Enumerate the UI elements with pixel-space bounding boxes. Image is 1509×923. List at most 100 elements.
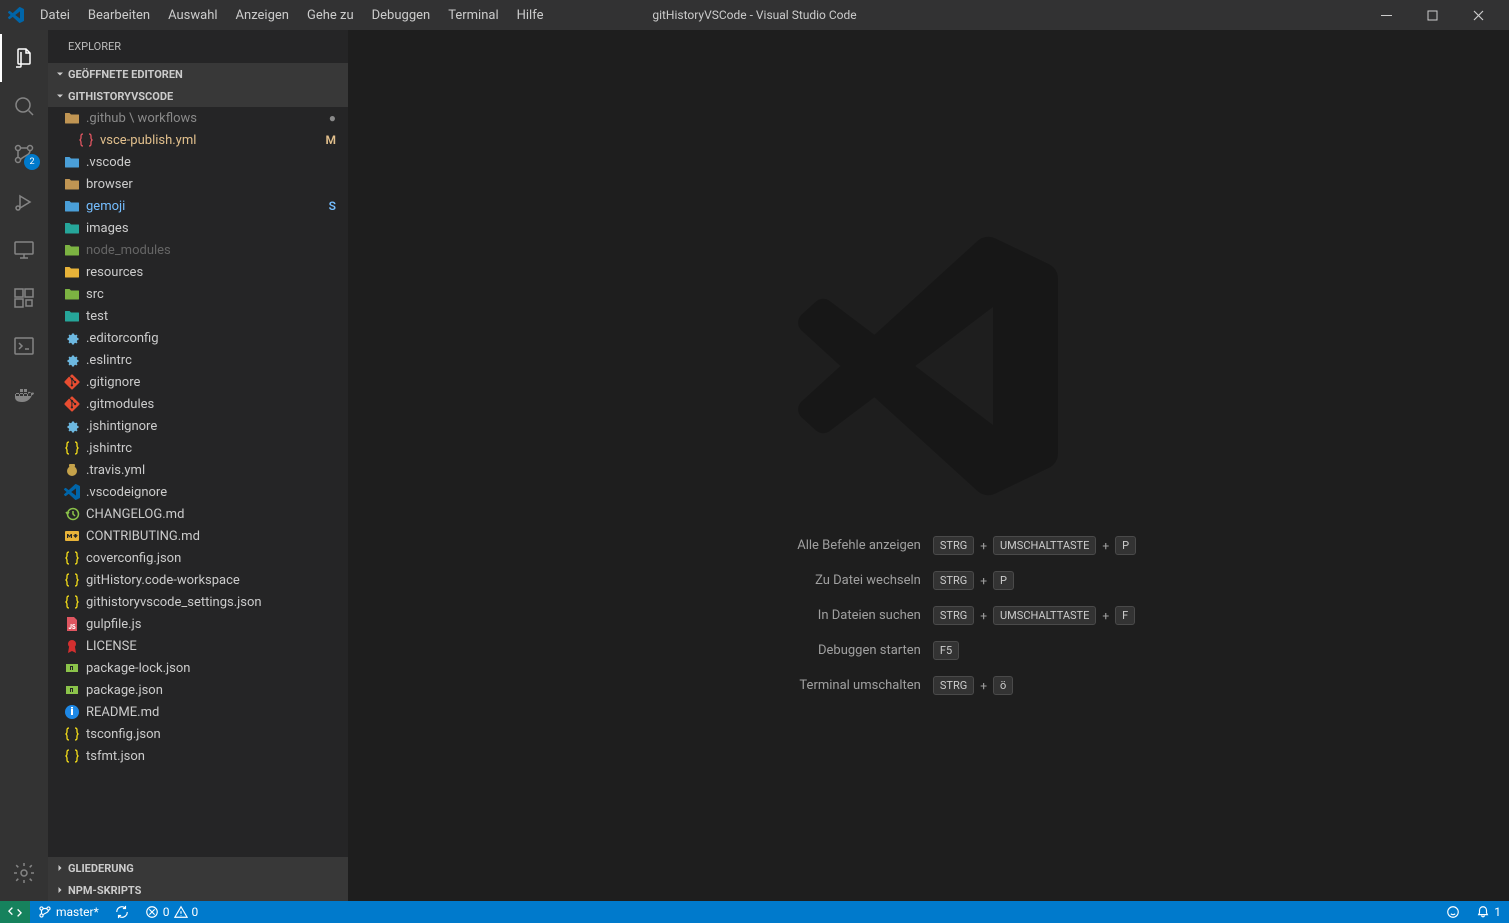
file-item[interactable]: .vscodeignore	[48, 481, 348, 503]
file-item[interactable]: LICENSE	[48, 635, 348, 657]
folder-yellow-icon	[64, 264, 80, 280]
activity-search[interactable]	[0, 82, 48, 130]
menu-gehe-zu[interactable]: Gehe zu	[299, 4, 362, 27]
file-item[interactable]: README.md	[48, 701, 348, 723]
file-item[interactable]: CONTRIBUTING.md	[48, 525, 348, 547]
close-button[interactable]	[1455, 0, 1501, 30]
file-item[interactable]: .travis.yml	[48, 459, 348, 481]
file-item[interactable]: gitHistory.code-workspace	[48, 569, 348, 591]
folder-icon	[64, 110, 80, 126]
menu-datei[interactable]: Datei	[32, 4, 78, 27]
section-outline[interactable]: GLIEDERUNG	[48, 857, 348, 879]
hint-row: In Dateien suchenSTRG+UMSCHALTTASTE+F	[721, 606, 1136, 625]
file-item[interactable]: browser	[48, 173, 348, 195]
file-item[interactable]: CHANGELOG.md	[48, 503, 348, 525]
file-name: LICENSE	[86, 639, 348, 654]
file-item[interactable]: .jshintignore	[48, 415, 348, 437]
file-item[interactable]: .vscode	[48, 151, 348, 173]
file-item[interactable]: tsconfig.json	[48, 723, 348, 745]
file-item[interactable]: package.json	[48, 679, 348, 701]
file-name: package-lock.json	[86, 661, 348, 676]
file-item[interactable]: vsce-publish.ymlM	[48, 129, 348, 151]
key-separator: +	[1102, 609, 1109, 623]
hint-row: Alle Befehle anzeigenSTRG+UMSCHALTTASTE+…	[721, 536, 1136, 555]
menu-debuggen[interactable]: Debuggen	[364, 4, 439, 27]
hint-keys: STRG+ö	[933, 676, 1013, 695]
file-tree[interactable]: .github \ workflows●vsce-publish.ymlM .vs…	[48, 107, 348, 857]
file-item[interactable]: .jshintrc	[48, 437, 348, 459]
file-name: gulpfile.js	[86, 617, 348, 632]
file-item[interactable]: .gitignore	[48, 371, 348, 393]
activity-settings[interactable]	[0, 849, 48, 897]
activity-remote[interactable]	[0, 226, 48, 274]
file-item[interactable]: test	[48, 305, 348, 327]
status-feedback[interactable]	[1438, 901, 1468, 923]
file-item[interactable]: coverconfig.json	[48, 547, 348, 569]
menu-auswahl[interactable]: Auswahl	[160, 4, 225, 27]
status-branch[interactable]: master*	[30, 901, 107, 923]
npm-icon	[64, 682, 80, 698]
editor-area: Alle Befehle anzeigenSTRG+UMSCHALTTASTE+…	[348, 30, 1509, 901]
file-item[interactable]: gulpfile.js	[48, 613, 348, 635]
section-project[interactable]: GITHISTORYVSCODE	[48, 85, 348, 107]
file-item[interactable]: githistoryvscode_settings.json	[48, 591, 348, 613]
maximize-button[interactable]	[1409, 0, 1455, 30]
menu-anzeigen[interactable]: Anzeigen	[228, 4, 297, 27]
menu-bearbeiten[interactable]: Bearbeiten	[80, 4, 158, 27]
status-notifications[interactable]: 1	[1468, 901, 1509, 923]
file-decoration: ●	[329, 111, 336, 125]
git-icon	[64, 374, 80, 390]
travis-icon	[64, 462, 80, 478]
activity-scm[interactable]: 2	[0, 130, 48, 178]
file-name: CONTRIBUTING.md	[86, 529, 348, 544]
hint-label: Zu Datei wechseln	[721, 573, 921, 588]
json-icon	[64, 594, 80, 610]
section-npm[interactable]: NPM-SKRIPTS	[48, 879, 348, 901]
chevron-right-icon	[54, 882, 66, 898]
file-name: node_modules	[86, 243, 348, 258]
activity-debug[interactable]	[0, 178, 48, 226]
file-item[interactable]: src	[48, 283, 348, 305]
file-item[interactable]: tsfmt.json	[48, 745, 348, 767]
file-item[interactable]: package-lock.json	[48, 657, 348, 679]
watermark-hints: Alle Befehle anzeigenSTRG+UMSCHALTTASTE+…	[721, 536, 1136, 695]
menu-hilfe[interactable]: Hilfe	[509, 4, 552, 27]
activity-extensions[interactable]	[0, 274, 48, 322]
file-name: browser	[86, 177, 348, 192]
hint-row: Debuggen startenF5	[721, 641, 1136, 660]
json-icon	[64, 572, 80, 588]
file-name: .vscode	[86, 155, 348, 170]
menu-terminal[interactable]: Terminal	[440, 4, 506, 27]
file-item[interactable]: resources	[48, 261, 348, 283]
activity-docker[interactable]	[0, 370, 48, 418]
activitybar: 2	[0, 30, 48, 901]
key-separator: +	[980, 539, 987, 553]
activity-terminal[interactable]	[0, 322, 48, 370]
hint-keys: STRG+P	[933, 571, 1014, 590]
file-item[interactable]: .eslintrc	[48, 349, 348, 371]
hint-label: In Dateien suchen	[721, 608, 921, 623]
file-name: src	[86, 287, 348, 302]
activity-explorer[interactable]	[0, 34, 48, 82]
section-open-editors[interactable]: GEÖFFNETE EDITOREN	[48, 63, 348, 85]
menubar: Datei Bearbeiten Auswahl Anzeigen Gehe z…	[32, 4, 551, 27]
status-sync[interactable]	[107, 901, 137, 923]
file-item[interactable]: node_modules	[48, 239, 348, 261]
status-remote[interactable]	[0, 901, 30, 923]
file-item[interactable]: images	[48, 217, 348, 239]
file-item[interactable]: gemojiS	[48, 195, 348, 217]
file-item[interactable]: .gitmodules	[48, 393, 348, 415]
status-problems[interactable]: 0 0	[137, 901, 207, 923]
keyboard-key: P	[993, 571, 1014, 590]
file-item[interactable]: .editorconfig	[48, 327, 348, 349]
file-name: gemoji	[86, 199, 329, 214]
keyboard-key: UMSCHALTTASTE	[993, 536, 1096, 555]
file-name: coverconfig.json	[86, 551, 348, 566]
file-name: .eslintrc	[86, 353, 348, 368]
file-item[interactable]: .github \ workflows●	[48, 107, 348, 129]
file-name: test	[86, 309, 348, 324]
js-icon	[64, 616, 80, 632]
file-name: .jshintrc	[86, 441, 348, 456]
minimize-button[interactable]	[1363, 0, 1409, 30]
section-label: GEÖFFNETE EDITOREN	[68, 68, 183, 81]
